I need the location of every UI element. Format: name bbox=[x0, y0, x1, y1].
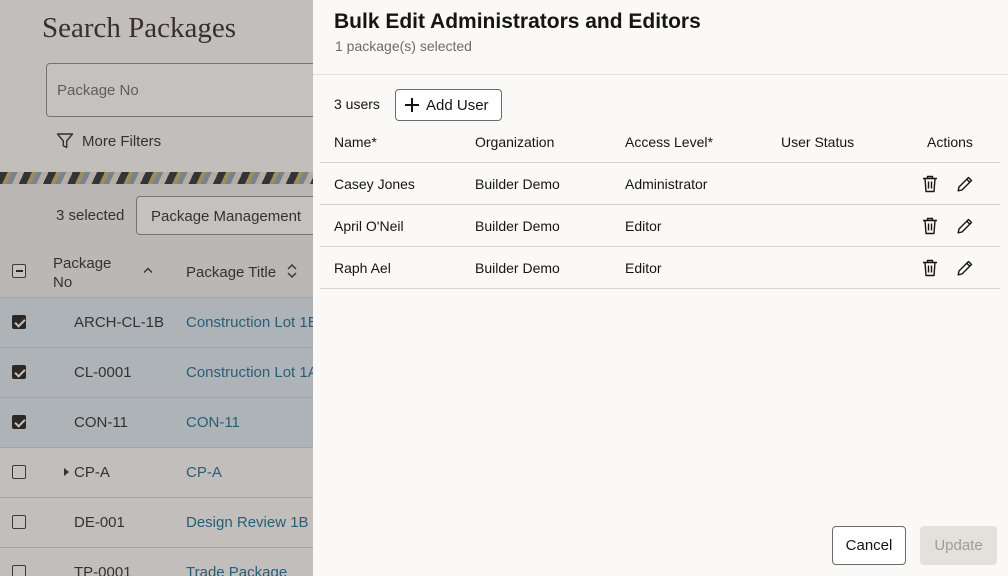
table-row: April O'Neil Builder Demo Editor bbox=[320, 205, 1000, 247]
update-button[interactable]: Update bbox=[920, 526, 997, 565]
add-user-label: Add User bbox=[426, 96, 489, 114]
delete-user-button[interactable] bbox=[921, 174, 939, 194]
user-access-level: Editor bbox=[625, 260, 662, 276]
user-access-level: Administrator bbox=[625, 176, 708, 192]
drawer-title: Bulk Edit Administrators and Editors bbox=[334, 10, 701, 33]
user-name: Raph Ael bbox=[334, 260, 391, 276]
pencil-icon bbox=[957, 260, 973, 276]
user-access-level: Editor bbox=[625, 218, 662, 234]
edit-user-button[interactable] bbox=[956, 216, 974, 236]
edit-user-button[interactable] bbox=[956, 174, 974, 194]
cancel-button[interactable]: Cancel bbox=[832, 526, 906, 565]
user-name: Casey Jones bbox=[334, 176, 415, 192]
user-organization: Builder Demo bbox=[475, 218, 560, 234]
column-header-actions: Actions bbox=[927, 134, 973, 150]
trash-icon bbox=[923, 217, 937, 235]
column-header-access-level: Access Level* bbox=[625, 134, 713, 150]
header-divider bbox=[313, 74, 1008, 75]
table-row: Casey Jones Builder Demo Administrator bbox=[320, 163, 1000, 205]
table-row: Raph Ael Builder Demo Editor bbox=[320, 247, 1000, 289]
column-header-user-status: User Status bbox=[781, 134, 855, 150]
edit-user-button[interactable] bbox=[956, 258, 974, 278]
row-actions bbox=[921, 174, 974, 194]
add-user-button[interactable]: Add User bbox=[395, 89, 502, 121]
row-actions bbox=[921, 258, 974, 278]
modal-scrim[interactable] bbox=[0, 0, 313, 576]
drawer-subtitle: 1 package(s) selected bbox=[335, 38, 472, 54]
user-organization: Builder Demo bbox=[475, 176, 560, 192]
users-table-header: Name* Organization Access Level* User St… bbox=[320, 121, 1000, 163]
pencil-icon bbox=[957, 176, 973, 192]
user-name: April O'Neil bbox=[334, 218, 404, 234]
row-actions bbox=[921, 216, 974, 236]
delete-user-button[interactable] bbox=[921, 258, 939, 278]
delete-user-button[interactable] bbox=[921, 216, 939, 236]
user-organization: Builder Demo bbox=[475, 260, 560, 276]
plus-icon bbox=[405, 98, 419, 112]
trash-icon bbox=[923, 259, 937, 277]
bulk-edit-drawer: Bulk Edit Administrators and Editors 1 p… bbox=[313, 0, 1008, 576]
users-table: Name* Organization Access Level* User St… bbox=[320, 121, 1000, 289]
user-count: 3 users bbox=[334, 96, 380, 112]
pencil-icon bbox=[957, 218, 973, 234]
column-header-organization: Organization bbox=[475, 134, 555, 150]
column-header-name: Name* bbox=[334, 134, 377, 150]
trash-icon bbox=[923, 175, 937, 193]
